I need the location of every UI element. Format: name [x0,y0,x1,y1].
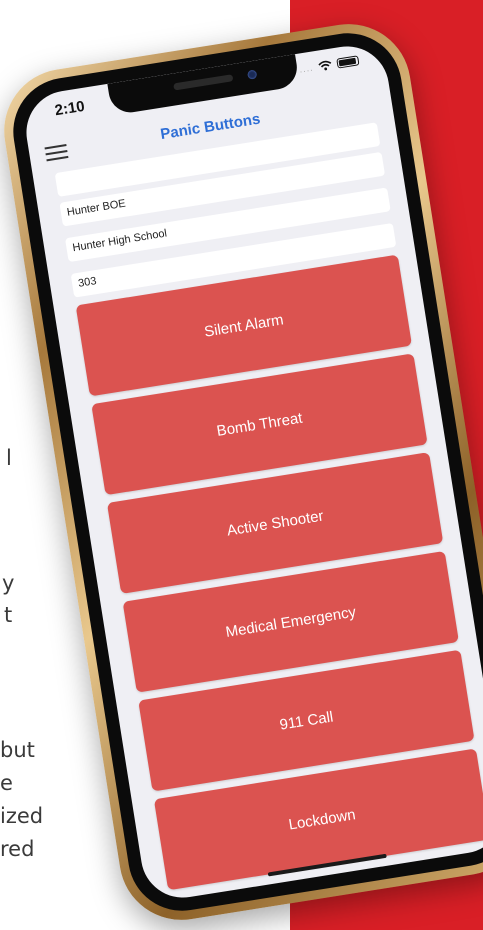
side-text-line: but [0,738,35,762]
side-text-line: t [4,603,13,627]
side-text-line: red [0,837,35,861]
status-time: 2:10 [53,97,86,120]
status-icons: .... [298,55,360,75]
side-text-line: ized [0,804,44,828]
phone-mockup: 2:10 .... Panic Buttons Hunter BOE Hunte… [0,15,483,929]
battery-icon [336,55,360,69]
side-text-line: y [2,571,15,595]
front-camera-icon [247,69,258,80]
speaker-grille [173,74,234,91]
wifi-icon [318,60,332,71]
side-text-line: e [0,771,13,795]
signal-dots: .... [298,62,315,75]
side-text-line: l [6,446,12,470]
